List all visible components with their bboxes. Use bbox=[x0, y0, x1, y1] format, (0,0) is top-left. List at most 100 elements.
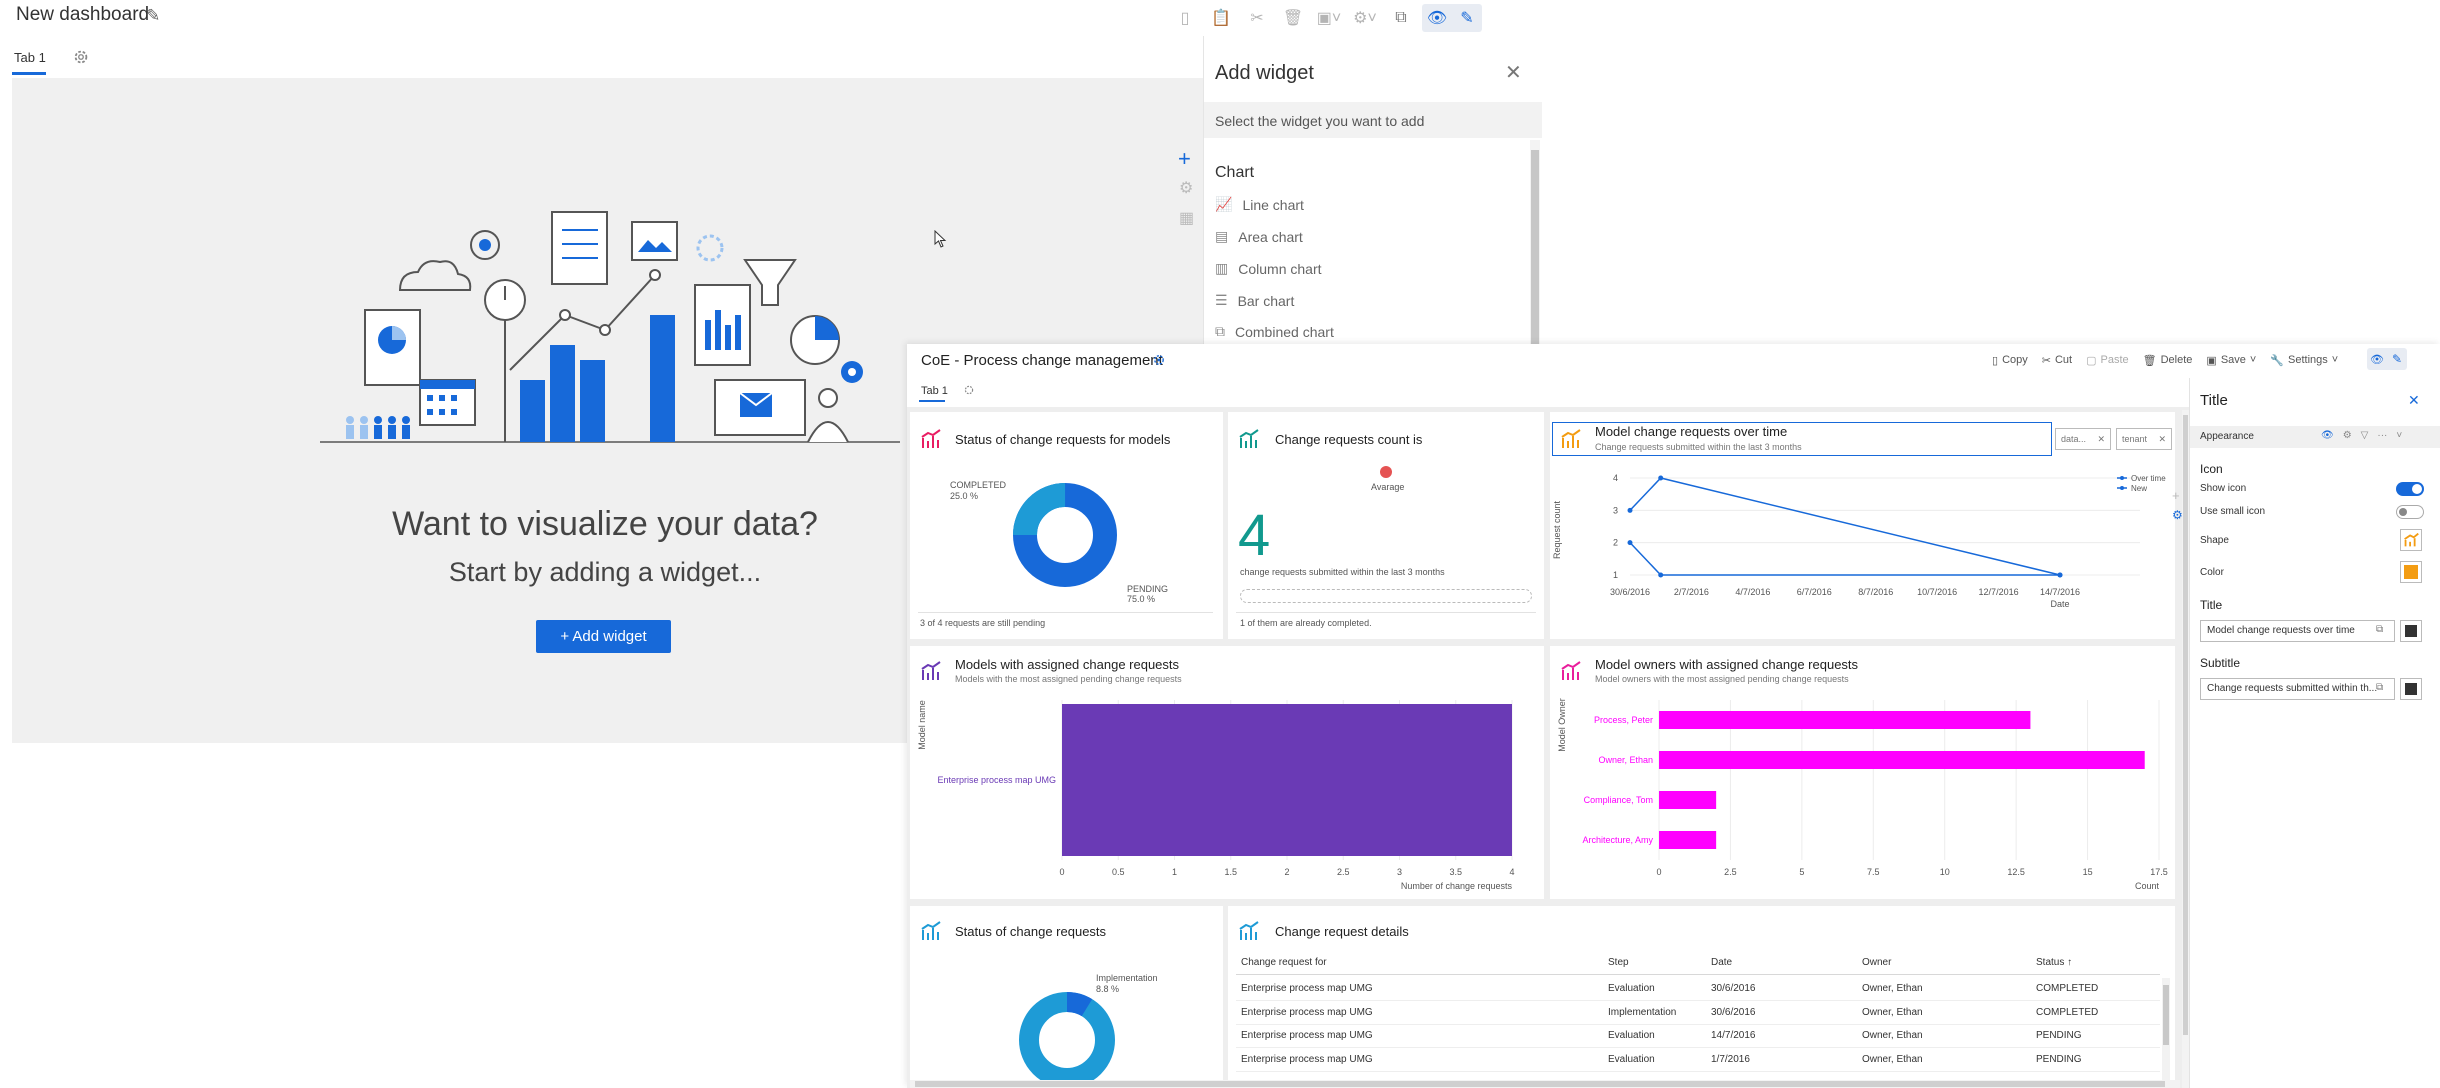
more-icon[interactable]: ··· bbox=[2377, 430, 2387, 441]
eye-icon[interactable]: 👁 bbox=[2321, 430, 2334, 441]
chart-shape-icon bbox=[2404, 532, 2419, 547]
active-tab-indicator bbox=[919, 400, 945, 402]
delete-icon[interactable]: 🗑 bbox=[1278, 4, 1308, 32]
duplicate-icon[interactable]: ⧉ bbox=[1386, 4, 1416, 32]
cut-icon[interactable]: ✂ bbox=[1242, 4, 1272, 32]
table-row[interactable] bbox=[1236, 1049, 2160, 1072]
close-icon[interactable]: ✕ bbox=[2097, 434, 2105, 444]
add-icon[interactable]: + bbox=[1178, 146, 1191, 172]
table-cell: Owner, Ethan bbox=[1862, 1006, 1923, 1018]
y-axis-label: Model name bbox=[917, 700, 927, 750]
table-row[interactable] bbox=[1236, 1002, 2160, 1025]
delete-button[interactable]: 🗑 Delete bbox=[2143, 354, 2193, 367]
x-tick-label: 0 bbox=[1059, 867, 1064, 877]
view-mode-eye-icon[interactable]: 👁 bbox=[1422, 4, 1452, 32]
widget-item-area-chart[interactable]: ▤ Area chart bbox=[1215, 228, 1303, 245]
filter-chip-data[interactable]: data... ✕ bbox=[2055, 428, 2111, 450]
table-cell: Owner, Ethan bbox=[1862, 1053, 1923, 1065]
table-row[interactable] bbox=[1236, 1025, 2160, 1048]
table-column-header[interactable]: Owner bbox=[1862, 957, 1891, 968]
widget-item-bar-chart[interactable]: ☰ Bar chart bbox=[1215, 292, 1294, 309]
widget-item-column-chart[interactable]: ▥ Column chart bbox=[1215, 260, 1322, 277]
layout-grid-icon[interactable]: ▦ bbox=[1179, 208, 1194, 228]
filter-chip-tenant[interactable]: tenant ✕ bbox=[2116, 428, 2172, 450]
title-input[interactable]: Model change requests over time bbox=[2200, 620, 2395, 642]
x-tick-label: 6/7/2016 bbox=[1797, 587, 1832, 597]
paste-icon[interactable]: 📋 bbox=[1206, 4, 1236, 32]
gear-icon[interactable]: ⚙ bbox=[2343, 430, 2352, 441]
canvas-scrollbar-thumb[interactable] bbox=[2183, 415, 2188, 1035]
pie-value-pending: 75.0 % bbox=[1127, 594, 1156, 604]
copy-icon[interactable]: ▯ bbox=[1170, 4, 1200, 32]
widget-item-line-chart[interactable]: 📈 Line chart bbox=[1215, 196, 1304, 213]
save-icon: ▣ bbox=[2206, 354, 2217, 367]
view-mode-eye-icon[interactable]: 👁 bbox=[2367, 348, 2387, 370]
table-cell: Enterprise process map UMG bbox=[1241, 1053, 1373, 1065]
section-toolbar: 👁 ⚙ ▽ ··· ˅ bbox=[2321, 430, 2402, 441]
tab-1[interactable]: Tab 1 bbox=[14, 50, 46, 65]
bar-chart-owners: 0 2.5 5 7.5 10 12.5 15 17.5 Count Model Owner Proc… bbox=[1557, 698, 2168, 891]
chevron-down-icon[interactable]: ˅ bbox=[2396, 430, 2402, 441]
close-icon[interactable]: ✕ bbox=[2158, 434, 2166, 444]
x-axis-label: Date bbox=[2050, 599, 2069, 609]
filter-icon[interactable]: ▽ bbox=[2361, 430, 2369, 441]
save-icon[interactable]: ▣˅ bbox=[1314, 4, 1344, 32]
close-icon[interactable]: ✕ bbox=[2408, 392, 2420, 409]
color-picker[interactable] bbox=[2400, 561, 2422, 583]
copy-icon[interactable]: ⧉ bbox=[2376, 682, 2383, 693]
add-icon[interactable]: + bbox=[2172, 488, 2180, 503]
subtitle-color-picker[interactable] bbox=[2400, 678, 2422, 700]
tab-settings-gear-icon[interactable] bbox=[963, 384, 975, 396]
copy-button[interactable]: ▯ Copy bbox=[1992, 354, 2028, 367]
dashboard-settings-gear-icon[interactable] bbox=[1152, 353, 1166, 367]
table-row[interactable] bbox=[1236, 978, 2160, 1001]
widget-list-scrollbar-thumb[interactable] bbox=[1531, 150, 1539, 350]
shape-picker[interactable] bbox=[2400, 529, 2422, 551]
pie-chart-status-requests bbox=[1019, 992, 1115, 1088]
cut-button[interactable]: ✂ Cut bbox=[2042, 354, 2072, 367]
subtitle-input[interactable]: Change requests submitted within th... bbox=[2200, 678, 2395, 700]
show-icon-toggle[interactable] bbox=[2396, 482, 2424, 496]
table-scrollbar-thumb[interactable] bbox=[2163, 985, 2169, 1045]
x-axis-label: Count bbox=[2135, 881, 2160, 891]
chart-widget-icon bbox=[1238, 428, 1260, 450]
chart-widget-icon bbox=[920, 428, 942, 450]
tab-1[interactable]: Tab 1 bbox=[921, 385, 948, 397]
table-cell: Implementation bbox=[1608, 1006, 1677, 1018]
table-column-header[interactable]: Step bbox=[1608, 957, 1629, 968]
widget-subtitle: Models with the most assigned pending ch… bbox=[955, 674, 1182, 684]
x-tick-label: 0.5 bbox=[1112, 867, 1125, 877]
copy-icon[interactable]: ⧉ bbox=[2376, 624, 2383, 635]
small-icon-toggle[interactable] bbox=[2396, 505, 2424, 519]
canvas-horizontal-scrollbar-thumb[interactable] bbox=[915, 1081, 2165, 1087]
pie-chart-status-models bbox=[1013, 483, 1117, 587]
average-legend: Avarage bbox=[1371, 482, 1405, 492]
dashboard-toolbar: ▯ Copy ✂ Cut ▢ Paste 🗑 Delete ▣ Save ˅ 🔧 Settin… bbox=[1992, 350, 2338, 370]
save-button[interactable]: ▣ Save ˅ bbox=[2206, 354, 2256, 367]
x-tick-label: 15 bbox=[2083, 867, 2093, 877]
edit-mode-pencil-icon[interactable]: ✎ bbox=[2387, 348, 2407, 370]
close-icon[interactable]: ✕ bbox=[1505, 60, 1522, 85]
pie-value-implementation: 8.8 % bbox=[1096, 984, 1120, 994]
chevron-down-icon: ˅ bbox=[2331, 354, 2339, 366]
table-column-header[interactable]: Change request for bbox=[1241, 957, 1327, 968]
title-color-picker[interactable] bbox=[2400, 620, 2422, 642]
settings-icon[interactable]: ⚙˅ bbox=[1350, 4, 1380, 32]
line-chart-icon: 📈 bbox=[1215, 196, 1233, 212]
gear-icon[interactable]: ⚙ bbox=[1179, 178, 1193, 198]
bg-toolbar: ▯ 📋 ✂ 🗑 ▣˅ ⚙˅ ⧉ 👁 ✎ bbox=[1170, 4, 1482, 32]
edit-title-icon[interactable]: ✎ bbox=[146, 6, 160, 26]
tab-settings-gear-icon[interactable] bbox=[72, 48, 90, 66]
empty-state-subheading: Start by adding a widget... bbox=[448, 557, 762, 587]
paste-button[interactable]: ▢ Paste bbox=[2086, 354, 2129, 367]
table-column-header[interactable]: Status ↑ bbox=[2036, 957, 2072, 968]
chevron-down-icon: ˅ bbox=[2249, 354, 2257, 366]
x-tick-label: 12/7/2016 bbox=[1979, 587, 2019, 597]
widget-item-combined-chart[interactable]: ⧉ Combined chart bbox=[1215, 323, 1334, 340]
data-point bbox=[1627, 540, 1633, 546]
settings-button[interactable]: 🔧 Settings ˅ bbox=[2270, 354, 2338, 367]
y-category-label: Architecture, Amy bbox=[1582, 835, 1653, 845]
edit-mode-pencil-icon[interactable]: ✎ bbox=[1452, 4, 1482, 32]
add-widget-button[interactable]: + Add widget bbox=[536, 620, 671, 653]
table-column-header[interactable]: Date bbox=[1711, 957, 1732, 968]
